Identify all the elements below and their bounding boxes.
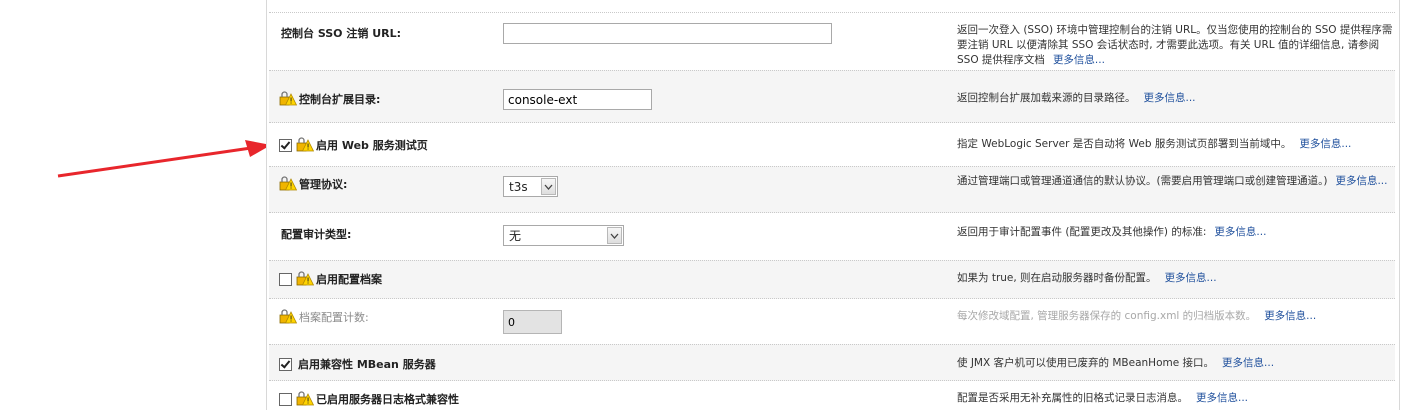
lock-warning-icon (296, 391, 314, 406)
console-extension-dir-label: 控制台扩展目录: (279, 91, 380, 107)
server-log-format-compat-label: 已启用服务器日志格式兼容性 (279, 391, 459, 407)
lock-warning-icon (296, 271, 314, 286)
enable-ws-test-page-description: 指定 WebLogic Server 是否自动将 Web 服务测试页部署到当前域… (957, 138, 1352, 150)
more-info-link[interactable]: 更多信息... (1335, 175, 1387, 187)
enable-ws-test-page-checkbox[interactable] (279, 138, 292, 152)
more-info-link[interactable]: 更多信息... (1214, 226, 1266, 238)
enable-config-archive-description: 如果为 true, 则在启动服务器时备份配置。 更多信息... (957, 272, 1217, 284)
lock-warning-icon (279, 176, 297, 191)
enable-compat-mbean-server-checkbox[interactable] (279, 357, 292, 371)
row-sso-logout-url: 控制台 SSO 注销 URL: 返回一次登入 (SSO) 环境中管理控制台的注销… (269, 12, 1395, 71)
row-enable-compat-mbean-server: 启用兼容性 MBean 服务器 使 JMX 客户机可以使用已废弃的 MBeanH… (269, 344, 1395, 381)
row-enable-config-archive: 启用配置档案 如果为 true, 则在启动服务器时备份配置。 更多信息... (269, 260, 1395, 299)
row-admin-protocol: 管理协议: t3s 通过管理端口或管理通道通信的默认协议。(需要启用管理端口或创… (269, 166, 1395, 213)
red-arrow-annotation (57, 140, 271, 178)
more-info-link[interactable]: 更多信息... (1196, 392, 1248, 404)
lock-warning-icon (279, 91, 297, 106)
console-extension-dir-description: 返回控制台扩展加载来源的目录路径。 更多信息... (957, 92, 1196, 104)
admin-protocol-label: 管理协议: (279, 176, 347, 192)
more-info-link[interactable]: 更多信息... (1144, 92, 1196, 104)
more-info-link[interactable]: 更多信息... (1053, 54, 1105, 66)
row-archive-config-count: 档案配置计数: 每次修改域配置, 管理服务器保存的 config.xml 的归档… (269, 298, 1395, 345)
admin-protocol-description: 通过管理端口或管理通道通信的默认协议。(需要启用管理端口或创建管理通道。) 更多信… (957, 175, 1388, 187)
archive-config-count-input[interactable] (503, 310, 562, 334)
sso-logout-url-label: 控制台 SSO 注销 URL: (281, 27, 402, 40)
row-console-extension-dir: 控制台扩展目录: 返回控制台扩展加载来源的目录路径。更多信息... (269, 70, 1395, 123)
settings-panel: 控制台 SSO 注销 URL: 返回一次登入 (SSO) 环境中管理控制台的注销… (266, 0, 1400, 410)
archive-config-count-description: 每次修改域配置, 管理服务器保存的 config.xml 的归档版本数。 更多信息… (957, 310, 1317, 322)
more-info-link[interactable]: 更多信息... (1222, 357, 1274, 369)
enable-compat-mbean-server-label: 启用兼容性 MBean 服务器 (279, 356, 436, 372)
lock-warning-icon (279, 309, 297, 324)
lock-warning-icon (296, 137, 314, 152)
row-server-log-format-compat: 已启用服务器日志格式兼容性 配置是否采用无补充属性的旧格式记录日志消息。 更多信息… (269, 380, 1395, 411)
archive-config-count-label: 档案配置计数: (279, 309, 369, 325)
server-log-format-compat-checkbox[interactable] (279, 392, 292, 406)
row-config-audit-type: 配置审计类型: 无 返回用于审计配置事件 (配置更改及其他操作) 的标准: 更多信… (269, 212, 1395, 261)
enable-compat-mbean-server-description: 使 JMX 客户机可以使用已废弃的 MBeanHome 接口。 更多信息... (957, 357, 1275, 369)
admin-protocol-select[interactable]: t3s (503, 176, 558, 197)
config-audit-type-description: 返回用于审计配置事件 (配置更改及其他操作) 的标准: 更多信息... (957, 226, 1267, 238)
enable-ws-test-page-label: 启用 Web 服务测试页 (279, 137, 428, 153)
more-info-link[interactable]: 更多信息... (1165, 272, 1217, 284)
chevron-down-icon (607, 227, 622, 244)
enable-config-archive-label: 启用配置档案 (279, 271, 382, 287)
sso-logout-url-input[interactable] (503, 23, 832, 44)
more-info-link[interactable]: 更多信息... (1264, 310, 1316, 322)
config-audit-type-label: 配置审计类型: (281, 228, 352, 241)
row-enable-ws-test-page: 启用 Web 服务测试页 指定 WebLogic Server 是否自动将 We… (269, 122, 1395, 167)
chevron-down-icon (541, 178, 556, 195)
more-info-link[interactable]: 更多信息... (1299, 138, 1351, 150)
enable-config-archive-checkbox[interactable] (279, 272, 292, 286)
console-extension-dir-input[interactable] (503, 89, 652, 110)
sso-logout-url-description: 返回一次登入 (SSO) 环境中管理控制台的注销 URL。仅当您使用的控制台的 … (957, 24, 1393, 66)
config-audit-type-select[interactable]: 无 (503, 225, 624, 246)
server-log-format-compat-description: 配置是否采用无补充属性的旧格式记录日志消息。 更多信息... (957, 392, 1249, 404)
